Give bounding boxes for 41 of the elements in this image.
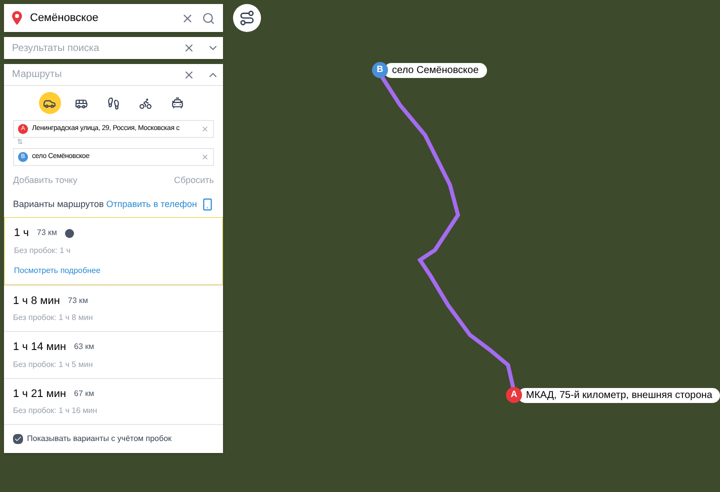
route-distance: 73 км (36, 227, 58, 240)
route-time: 1 ч 21 мин (13, 386, 66, 402)
route-distance: 73 км (68, 294, 88, 307)
route-option[interactable]: 1 ч 8 мин 73 км Без пробок: 1 ч 8 мин (4, 284, 223, 331)
no-traffic-time: Без пробок: 1 ч 8 мин (13, 312, 94, 324)
car-mode-tab[interactable] (38, 92, 60, 114)
details-link[interactable]: Посмотреть подробнее (14, 264, 213, 276)
routes-title: Маршруты (11, 68, 63, 82)
no-traffic-time: Без пробок: 1 ч 5 мин (13, 358, 94, 370)
clear-icon[interactable] (201, 125, 209, 133)
bike-icon (139, 96, 152, 110)
close-icon[interactable] (181, 12, 194, 24)
pin-label: село Семёновское (384, 62, 487, 78)
results-title: Результаты поиска (11, 42, 100, 56)
location-pin-icon (12, 11, 22, 25)
route-icon (239, 10, 255, 26)
no-traffic-time: Без пробок: 1 ч (14, 244, 72, 256)
search-text: Семёновское (30, 10, 100, 26)
route-option[interactable]: 1 ч 21 мин 67 км Без пробок: 1 ч 16 мин (4, 378, 223, 424)
phone-icon[interactable] (201, 198, 214, 211)
send-to-phone-link[interactable]: Отправить в телефон (106, 198, 197, 211)
no-traffic-time: Без пробок: 1 ч 16 мин (13, 405, 98, 417)
route-option[interactable]: 1 ч 73 км Без пробок: 1 ч Посмотреть подробнее (4, 217, 223, 284)
search-icon[interactable] (202, 12, 215, 24)
route-time: 1 ч (14, 226, 29, 241)
route-option[interactable]: 1 ч 14 мин 63 км Без пробок: 1 ч 5 мин (4, 331, 223, 378)
close-icon[interactable] (183, 42, 195, 54)
route-time: 1 ч 14 мин (13, 340, 66, 355)
search-field[interactable]: Семёновское (4, 4, 223, 32)
close-icon[interactable] (183, 68, 195, 80)
taxi-icon (171, 96, 184, 110)
traffic-option-label: Показывать варианты с учётом пробок (27, 433, 172, 445)
clear-icon[interactable] (201, 153, 209, 161)
route-distance: 67 км (74, 388, 94, 400)
variants-title: Варианты маршрутов (13, 198, 104, 211)
bus-icon (75, 96, 88, 110)
route-distance: 63 км (74, 341, 94, 354)
pin-label: МКАД, 75-й километр, внешняя сторона (518, 388, 720, 402)
walk-icon (107, 96, 120, 110)
traffic-checkbox[interactable] (13, 434, 23, 444)
route-time: 1 ч 8 мин (13, 294, 60, 308)
